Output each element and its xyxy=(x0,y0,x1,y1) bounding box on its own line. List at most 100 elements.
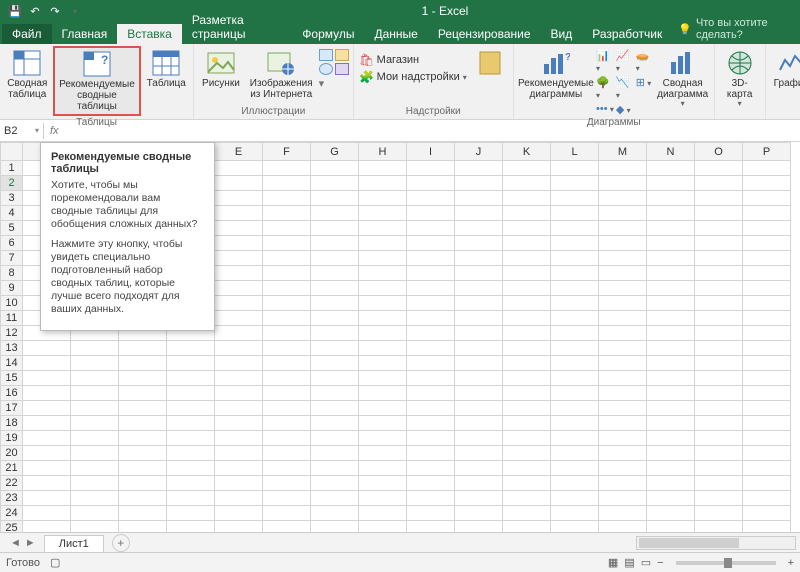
cell[interactable] xyxy=(743,296,791,311)
cell[interactable] xyxy=(359,491,407,506)
cell[interactable] xyxy=(647,161,695,176)
cell[interactable] xyxy=(695,296,743,311)
cell[interactable] xyxy=(743,341,791,356)
cell[interactable] xyxy=(407,341,455,356)
pivot-table-button[interactable]: Сводная таблица xyxy=(4,46,51,103)
cell[interactable] xyxy=(551,506,599,521)
row-header[interactable]: 19 xyxy=(1,431,23,446)
cell[interactable] xyxy=(551,311,599,326)
cell[interactable] xyxy=(599,281,647,296)
cell[interactable] xyxy=(695,281,743,296)
cell[interactable] xyxy=(71,371,119,386)
cell[interactable] xyxy=(647,521,695,533)
cell[interactable] xyxy=(119,506,167,521)
cell[interactable] xyxy=(647,191,695,206)
cell[interactable] xyxy=(215,416,263,431)
cell[interactable] xyxy=(503,311,551,326)
cell[interactable] xyxy=(743,521,791,533)
cell[interactable] xyxy=(599,296,647,311)
cell[interactable] xyxy=(71,401,119,416)
cell[interactable] xyxy=(695,326,743,341)
cell[interactable] xyxy=(311,341,359,356)
cell[interactable] xyxy=(359,521,407,533)
cell[interactable] xyxy=(647,296,695,311)
cell[interactable] xyxy=(503,296,551,311)
cell[interactable] xyxy=(647,386,695,401)
cell[interactable] xyxy=(551,266,599,281)
cell[interactable] xyxy=(311,236,359,251)
cell[interactable] xyxy=(551,176,599,191)
cell[interactable] xyxy=(695,416,743,431)
cell[interactable] xyxy=(695,311,743,326)
cell[interactable] xyxy=(263,266,311,281)
cell[interactable] xyxy=(215,281,263,296)
cell[interactable] xyxy=(215,401,263,416)
cell[interactable] xyxy=(23,461,71,476)
cell[interactable] xyxy=(743,461,791,476)
cell[interactable] xyxy=(23,491,71,506)
cell[interactable] xyxy=(263,236,311,251)
col-header[interactable]: N xyxy=(647,143,695,161)
cell[interactable] xyxy=(311,431,359,446)
cell[interactable] xyxy=(263,281,311,296)
cell[interactable] xyxy=(167,341,215,356)
row-header[interactable]: 16 xyxy=(1,386,23,401)
cell[interactable] xyxy=(71,356,119,371)
cell[interactable] xyxy=(455,311,503,326)
cell[interactable] xyxy=(455,326,503,341)
cell[interactable] xyxy=(167,356,215,371)
cell[interactable] xyxy=(23,356,71,371)
cell[interactable] xyxy=(263,476,311,491)
undo-icon[interactable]: ↶ xyxy=(28,4,42,18)
next-sheet-icon[interactable]: ► xyxy=(25,537,36,549)
cell[interactable] xyxy=(551,206,599,221)
cell[interactable] xyxy=(695,401,743,416)
cell[interactable] xyxy=(503,521,551,533)
cell[interactable] xyxy=(215,311,263,326)
cell[interactable] xyxy=(503,206,551,221)
cell[interactable] xyxy=(215,266,263,281)
cell[interactable] xyxy=(599,461,647,476)
scatter-chart-icon[interactable]: ••• xyxy=(596,103,614,115)
cell[interactable] xyxy=(503,446,551,461)
row-header[interactable]: 7 xyxy=(1,251,23,266)
select-all-corner[interactable] xyxy=(1,143,23,161)
cell[interactable] xyxy=(647,176,695,191)
cell[interactable] xyxy=(311,476,359,491)
row-header[interactable]: 21 xyxy=(1,461,23,476)
cell[interactable] xyxy=(551,371,599,386)
cell[interactable] xyxy=(359,251,407,266)
cell[interactable] xyxy=(599,521,647,533)
cell[interactable] xyxy=(167,521,215,533)
cell[interactable] xyxy=(647,461,695,476)
cell[interactable] xyxy=(455,356,503,371)
cell[interactable] xyxy=(407,191,455,206)
cell[interactable] xyxy=(455,416,503,431)
cell[interactable] xyxy=(215,341,263,356)
cell[interactable] xyxy=(407,476,455,491)
qat-customize-icon[interactable] xyxy=(68,4,82,18)
row-header[interactable]: 13 xyxy=(1,341,23,356)
cell[interactable] xyxy=(359,311,407,326)
fx-icon[interactable]: fx xyxy=(44,125,65,137)
tab-home[interactable]: Главная xyxy=(52,24,118,44)
column-chart-icon[interactable]: 📊 xyxy=(596,49,614,74)
row-header[interactable]: 10 xyxy=(1,296,23,311)
cell[interactable] xyxy=(695,206,743,221)
cell[interactable] xyxy=(167,506,215,521)
hierarchy-chart-icon[interactable]: 🌳 xyxy=(596,76,614,101)
sheet-tab-1[interactable]: Лист1 xyxy=(44,535,104,552)
cell[interactable] xyxy=(215,506,263,521)
row-header[interactable]: 23 xyxy=(1,491,23,506)
cell[interactable] xyxy=(215,521,263,533)
cell[interactable] xyxy=(167,386,215,401)
cell[interactable] xyxy=(695,221,743,236)
cell[interactable] xyxy=(455,371,503,386)
cell[interactable] xyxy=(551,221,599,236)
cell[interactable] xyxy=(647,356,695,371)
zoom-in-icon[interactable]: + xyxy=(788,557,794,569)
scrollbar-thumb[interactable] xyxy=(639,538,739,548)
cell[interactable] xyxy=(695,341,743,356)
cell[interactable] xyxy=(599,476,647,491)
cell[interactable] xyxy=(551,236,599,251)
